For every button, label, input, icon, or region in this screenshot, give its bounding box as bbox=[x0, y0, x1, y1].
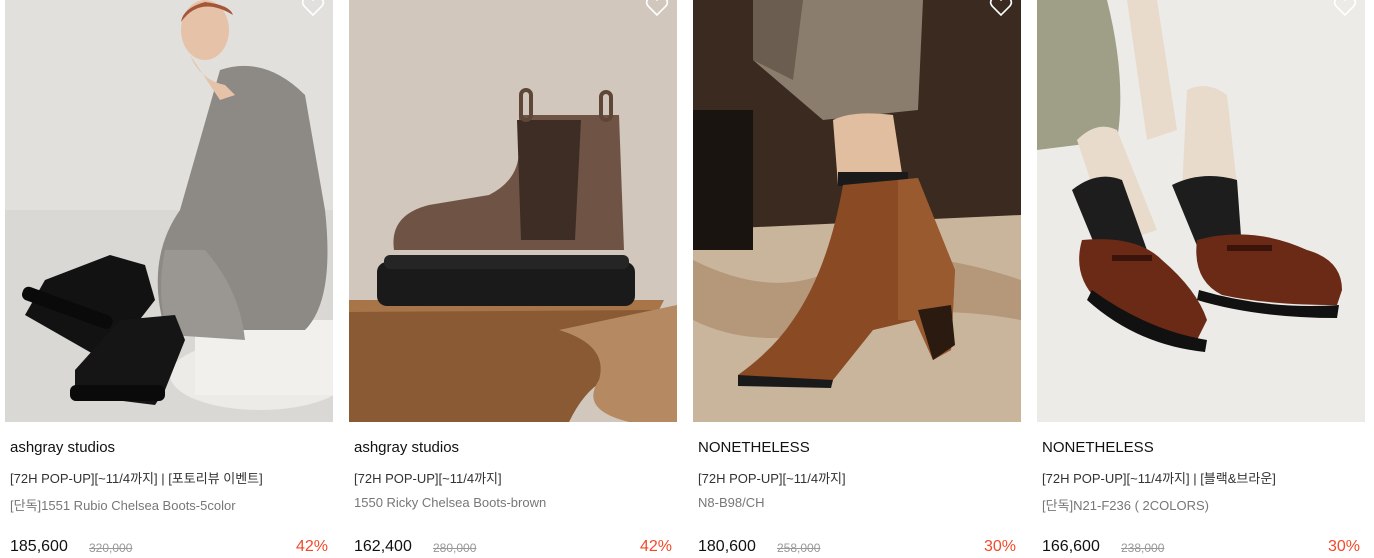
heart-outline-icon[interactable] bbox=[1333, 0, 1357, 18]
product-card[interactable]: NONETHELESS [72H POP-UP][~11/4까지] | [블랙&… bbox=[1037, 0, 1365, 556]
sale-price: 180,600 bbox=[698, 538, 756, 555]
product-card[interactable]: NONETHELESS [72H POP-UP][~11/4까지] N8-B98… bbox=[693, 0, 1021, 556]
product-name[interactable]: 1550 Ricky Chelsea Boots-brown bbox=[354, 495, 546, 510]
price-row: 166,600 238,000 30% bbox=[1042, 538, 1360, 558]
ankle-boot-photo bbox=[693, 0, 1021, 422]
brand-name[interactable]: NONETHELESS bbox=[1042, 439, 1154, 456]
product-image[interactable] bbox=[349, 0, 677, 422]
woman-sitting-boots-photo bbox=[5, 0, 333, 422]
product-card[interactable]: ashgray studios [72H POP-UP][~11/4까지] 15… bbox=[349, 0, 677, 556]
brand-name[interactable]: ashgray studios bbox=[354, 439, 459, 456]
product-image[interactable] bbox=[693, 0, 1021, 422]
brand-name[interactable]: ashgray studios bbox=[10, 439, 115, 456]
price-row: 185,600 320,000 42% bbox=[10, 538, 328, 558]
original-price: 320,000 bbox=[89, 541, 133, 555]
product-card[interactable]: ashgray studios [72H POP-UP][~11/4까지] | … bbox=[5, 0, 333, 556]
discount-rate: 30% bbox=[983, 538, 1016, 555]
product-name[interactable]: [단독]1551 Rubio Chelsea Boots-5color bbox=[10, 495, 236, 514]
product-grid: ashgray studios [72H POP-UP][~11/4까지] | … bbox=[0, 0, 1374, 556]
mary-jane-shoes-photo bbox=[1037, 0, 1365, 422]
discount-rate: 30% bbox=[1327, 538, 1360, 555]
heart-outline-icon[interactable] bbox=[301, 0, 325, 18]
promo-text: [72H POP-UP][~11/4까지] bbox=[698, 471, 846, 486]
product-name[interactable]: [단독]N21-F236 ( 2COLORS) bbox=[1042, 495, 1209, 514]
promo-text: [72H POP-UP][~11/4까지] bbox=[354, 471, 502, 486]
original-price: 238,000 bbox=[1121, 541, 1165, 555]
sale-price: 185,600 bbox=[10, 538, 68, 555]
heart-outline-icon[interactable] bbox=[989, 0, 1013, 18]
discount-rate: 42% bbox=[639, 538, 672, 555]
brand-name[interactable]: NONETHELESS bbox=[698, 439, 810, 456]
product-image[interactable] bbox=[5, 0, 333, 422]
original-price: 258,000 bbox=[777, 541, 821, 555]
discount-rate: 42% bbox=[295, 538, 328, 555]
heart-outline-icon[interactable] bbox=[645, 0, 669, 18]
promo-text: [72H POP-UP][~11/4까지] | [블랙&브라운] bbox=[1042, 471, 1276, 486]
promo-text: [72H POP-UP][~11/4까지] | [포토리뷰 이벤트] bbox=[10, 471, 263, 486]
price-row: 162,400 280,000 42% bbox=[354, 538, 672, 558]
price-row: 180,600 258,000 30% bbox=[698, 538, 1016, 558]
sale-price: 162,400 bbox=[354, 538, 412, 555]
chelsea-boot-photo bbox=[349, 0, 677, 422]
product-image[interactable] bbox=[1037, 0, 1365, 422]
original-price: 280,000 bbox=[433, 541, 477, 555]
sale-price: 166,600 bbox=[1042, 538, 1100, 555]
product-name[interactable]: N8-B98/CH bbox=[698, 495, 764, 510]
